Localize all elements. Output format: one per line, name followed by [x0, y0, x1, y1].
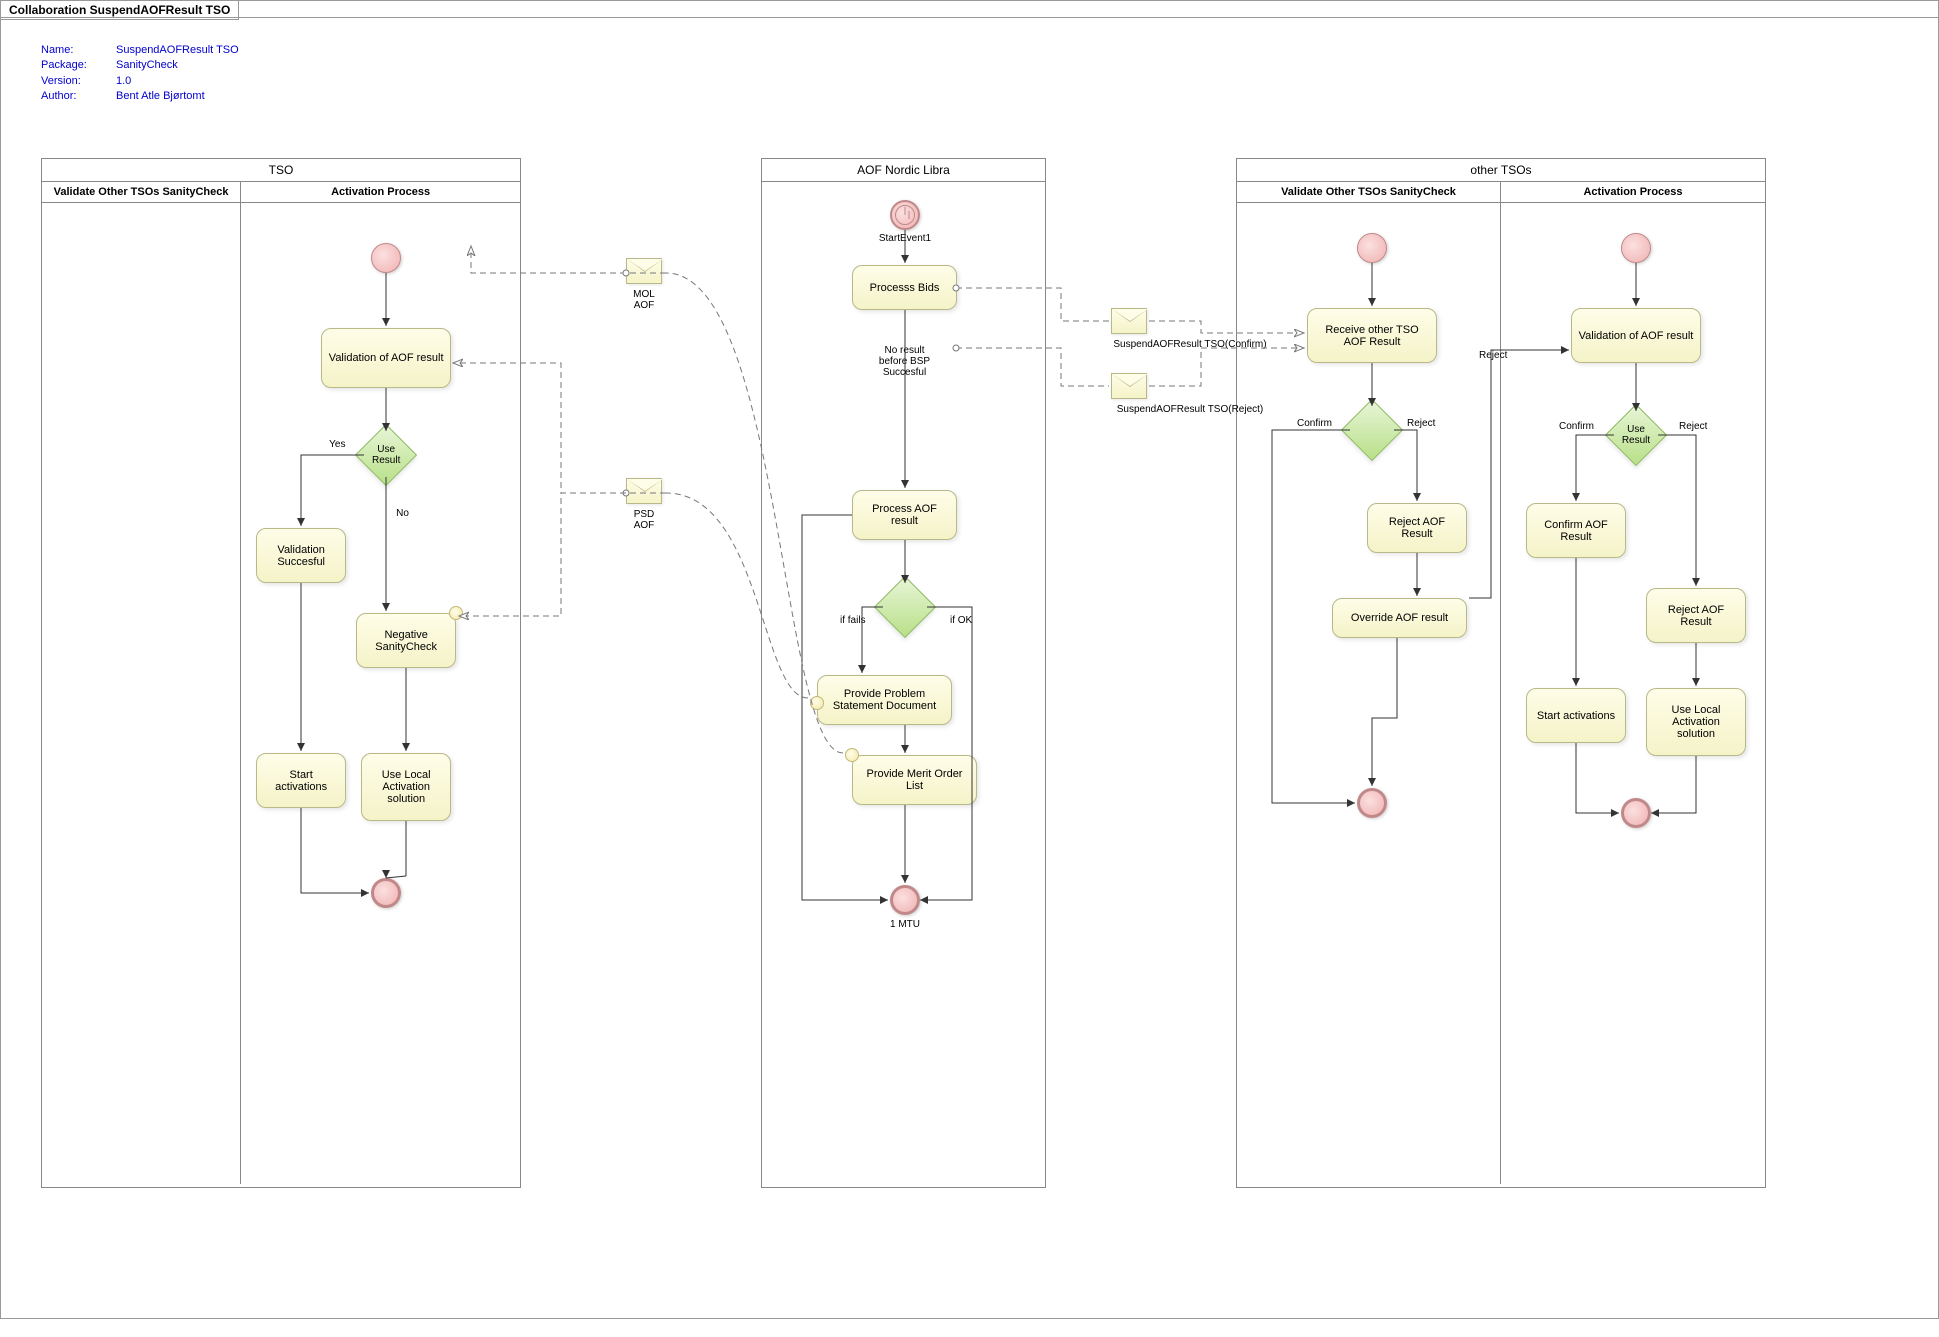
- activity-start-activations-other: Start activations: [1526, 688, 1626, 743]
- end-event-tso: [371, 878, 401, 908]
- meta-name: SuspendAOFResult TSO: [116, 43, 239, 58]
- message-reject-label: SuspendAOFResult TSO(Reject): [1110, 404, 1270, 415]
- gateway-use-result-other: Use Result: [1614, 413, 1658, 457]
- activity-validation-aof-result-tso: Validation of AOF result: [321, 328, 451, 388]
- lane-tso-validate: Validate Other TSOs SanityCheck: [42, 182, 241, 1184]
- label-no-tso: No: [396, 508, 409, 519]
- end-event-aof: [890, 885, 920, 915]
- meta-author-label: Author:: [41, 89, 116, 104]
- start-event-tso: [371, 243, 401, 273]
- meta-package: SanityCheck: [116, 58, 239, 73]
- lane-tso-activation: Activation Process Validation of AOF res…: [241, 182, 520, 1184]
- pool-aof-title: AOF Nordic Libra: [762, 159, 1045, 182]
- activity-process-bids: Processs Bids: [852, 265, 957, 310]
- lane-other-activation: Activation Process Validation of AOF res…: [1501, 182, 1765, 1184]
- label-startevent1: StartEvent1: [875, 233, 935, 244]
- message-reject: SuspendAOFResult TSO(Reject): [1111, 373, 1147, 399]
- start-event-other-activation: [1621, 233, 1651, 263]
- activity-negative-sanitycheck: Negative SanityCheck: [356, 613, 456, 668]
- meta-name-label: Name:: [41, 43, 116, 58]
- activity-provide-mol: Provide Merit Order List: [852, 755, 977, 805]
- lane-other-validate: Validate Other TSOs SanityCheck Receive …: [1237, 182, 1501, 1184]
- pool-aof: AOF Nordic Libra StartEvent1 Processs Bi…: [761, 158, 1046, 1188]
- pool-other-title: other TSOs: [1237, 159, 1765, 182]
- label-noresult: No result before BSP Succesful: [872, 345, 937, 378]
- end-event-other-activation: [1621, 798, 1651, 828]
- message-psd-aof: PSD AOF: [626, 478, 662, 504]
- gateway-use-result-tso: Use Result: [364, 433, 408, 477]
- activity-confirm-aof-result: Confirm AOF Result: [1526, 503, 1626, 558]
- label-yes-tso: Yes: [329, 439, 345, 450]
- label-reject-1: Reject: [1407, 418, 1435, 429]
- activity-receive-other-tso-aof: Receive other TSO AOF Result: [1307, 308, 1437, 363]
- activity-provide-psd: Provide Problem Statement Document: [817, 675, 952, 725]
- label-confirm-1: Confirm: [1297, 418, 1332, 429]
- message-mol-aof-label: MOL AOF: [624, 289, 664, 311]
- activity-use-local-activation-tso: Use Local Activation solution: [361, 753, 451, 821]
- label-if-fails: if fails: [840, 615, 866, 626]
- label-1mtu: 1 MTU: [885, 919, 925, 930]
- label-reject-2: Reject: [1679, 421, 1707, 432]
- meta-version: 1.0: [116, 74, 239, 89]
- lane-other-validate-title: Validate Other TSOs SanityCheck: [1237, 182, 1500, 203]
- activity-reject-aof-result-1: Reject AOF Result: [1367, 503, 1467, 553]
- boundary-event-negsc: [449, 606, 463, 620]
- message-psd-aof-label: PSD AOF: [624, 509, 664, 531]
- activity-override-aof: Override AOF result: [1332, 598, 1467, 638]
- activity-process-aof-result: Process AOF result: [852, 490, 957, 540]
- lane-tso-validate-title: Validate Other TSOs SanityCheck: [42, 182, 240, 203]
- diagram-metadata: Name: SuspendAOFResult TSO Package: Sani…: [41, 43, 239, 105]
- meta-package-label: Package:: [41, 58, 116, 73]
- message-confirm: SuspendAOFResult TSO(Confirm): [1111, 308, 1147, 334]
- meta-author: Bent Atle Bjørtomt: [116, 89, 239, 104]
- message-confirm-label: SuspendAOFResult TSO(Confirm): [1110, 339, 1270, 350]
- timer-start-event-aof: [890, 200, 920, 230]
- activity-validation-successful: Validation Succesful: [256, 528, 346, 583]
- end-event-other-validate: [1357, 788, 1387, 818]
- pool-tso-title: TSO: [42, 159, 520, 182]
- activity-use-local-activation-other: Use Local Activation solution: [1646, 688, 1746, 756]
- activity-start-activations-tso: Start activations: [256, 753, 346, 808]
- gateway-other-confirm: [1350, 408, 1394, 452]
- label-reject-override: Reject: [1479, 350, 1507, 361]
- activity-reject-aof-result-2: Reject AOF Result: [1646, 588, 1746, 643]
- gateway-aof-ok: [883, 585, 927, 629]
- message-mol-aof: MOL AOF: [626, 258, 662, 284]
- boundary-event-psd: [810, 696, 824, 710]
- pool-other: other TSOs Validate Other TSOs SanityChe…: [1236, 158, 1766, 1188]
- boundary-event-mol: [845, 748, 859, 762]
- activity-validation-aof-result-other: Validation of AOF result: [1571, 308, 1701, 363]
- lane-tso-activation-title: Activation Process: [241, 182, 520, 203]
- meta-version-label: Version:: [41, 74, 116, 89]
- label-if-ok: if OK: [950, 615, 972, 626]
- label-confirm-2: Confirm: [1559, 421, 1594, 432]
- start-event-other-validate: [1357, 233, 1387, 263]
- lane-other-activation-title: Activation Process: [1501, 182, 1765, 203]
- pool-tso: TSO Validate Other TSOs SanityCheck Acti…: [41, 158, 521, 1188]
